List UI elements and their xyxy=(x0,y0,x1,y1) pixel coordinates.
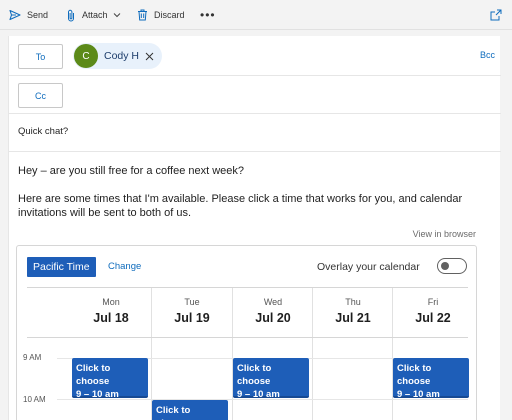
bcc-button[interactable]: Bcc xyxy=(480,50,495,60)
day-of-week: Mon xyxy=(102,297,120,307)
more-options-button[interactable]: ••• xyxy=(200,0,216,30)
body-line-2: Here are some times that I'm available. … xyxy=(18,193,463,219)
toggle-knob xyxy=(441,262,449,270)
slot-time: 9 – 10 am xyxy=(397,389,440,400)
pop-out-icon xyxy=(490,9,502,21)
time-slot-mon[interactable]: Click to choose 9 – 10 am xyxy=(72,358,148,400)
time-slot-tue[interactable]: Click to choose xyxy=(152,400,228,420)
slot-title: Click to choose xyxy=(237,363,272,387)
subject-text: Quick chat? xyxy=(18,126,69,137)
attach-button[interactable]: Attach xyxy=(66,0,127,30)
recipient-chip[interactable]: C Cody H xyxy=(73,43,163,69)
slot-title: Click to choose xyxy=(397,363,432,387)
to-row: To C Cody H Bcc xyxy=(9,36,501,76)
slot-title: Click to choose xyxy=(76,363,111,387)
chevron-down-icon xyxy=(113,13,120,18)
cc-row: Cc xyxy=(9,76,501,114)
send-button[interactable]: Send xyxy=(9,0,48,30)
discard-button[interactable]: Discard xyxy=(137,0,185,30)
day-of-week: Thu xyxy=(345,297,361,307)
subject-field[interactable]: Quick chat? xyxy=(9,114,501,152)
day-date: Jul 19 xyxy=(174,311,210,325)
body-line-1: Hey – are you still free for a coffee ne… xyxy=(18,165,245,177)
attach-label: Attach xyxy=(82,10,108,20)
trash-icon xyxy=(138,9,147,21)
send-icon xyxy=(9,9,21,21)
discard-label: Discard xyxy=(154,10,185,20)
slot-time: 9 – 10 am xyxy=(237,389,280,400)
scheduling-card: Pacific Time Change Overlay your calenda… xyxy=(16,245,477,420)
day-date: Jul 20 xyxy=(255,311,291,325)
to-button[interactable]: To xyxy=(18,44,63,69)
cc-button[interactable]: Cc xyxy=(18,83,63,108)
time-slot-wed[interactable]: Click to choose 9 – 10 am xyxy=(233,358,309,400)
remove-recipient-icon[interactable] xyxy=(145,52,154,61)
slot-title: Click to choose xyxy=(156,405,191,420)
paperclip-icon xyxy=(68,9,74,21)
day-column-thu: Thu Jul 21 xyxy=(312,288,392,420)
day-date: Jul 21 xyxy=(335,311,371,325)
avatar: C xyxy=(74,44,98,68)
compose-pane: To C Cody H Bcc Cc Quick chat? Hey – are… xyxy=(8,36,501,420)
hour-label: 10 AM xyxy=(23,395,46,404)
send-label: Send xyxy=(27,10,49,20)
day-date: Jul 18 xyxy=(93,311,129,325)
slot-time: 9 – 10 am xyxy=(76,389,119,400)
view-in-browser-link[interactable]: View in browser xyxy=(413,229,476,239)
more-icon: ••• xyxy=(200,8,216,22)
recipient-name: Cody H xyxy=(104,50,140,62)
overlay-calendar-label: Overlay your calendar xyxy=(317,261,420,273)
time-slot-fri[interactable]: Click to choose 9 – 10 am xyxy=(393,358,469,400)
day-date: Jul 22 xyxy=(415,311,451,325)
hour-label: 9 AM xyxy=(23,353,42,362)
day-of-week: Fri xyxy=(427,297,439,307)
timezone-button[interactable]: Pacific Time xyxy=(27,257,96,277)
header-divider xyxy=(27,337,468,338)
day-of-week: Wed xyxy=(263,297,283,307)
pop-out-button[interactable] xyxy=(490,0,502,30)
overlay-calendar-toggle[interactable] xyxy=(437,258,467,274)
compose-toolbar: Send Attach Discard ••• xyxy=(0,0,512,30)
change-timezone-link[interactable]: Change xyxy=(108,261,141,272)
day-of-week: Tue xyxy=(184,297,200,307)
